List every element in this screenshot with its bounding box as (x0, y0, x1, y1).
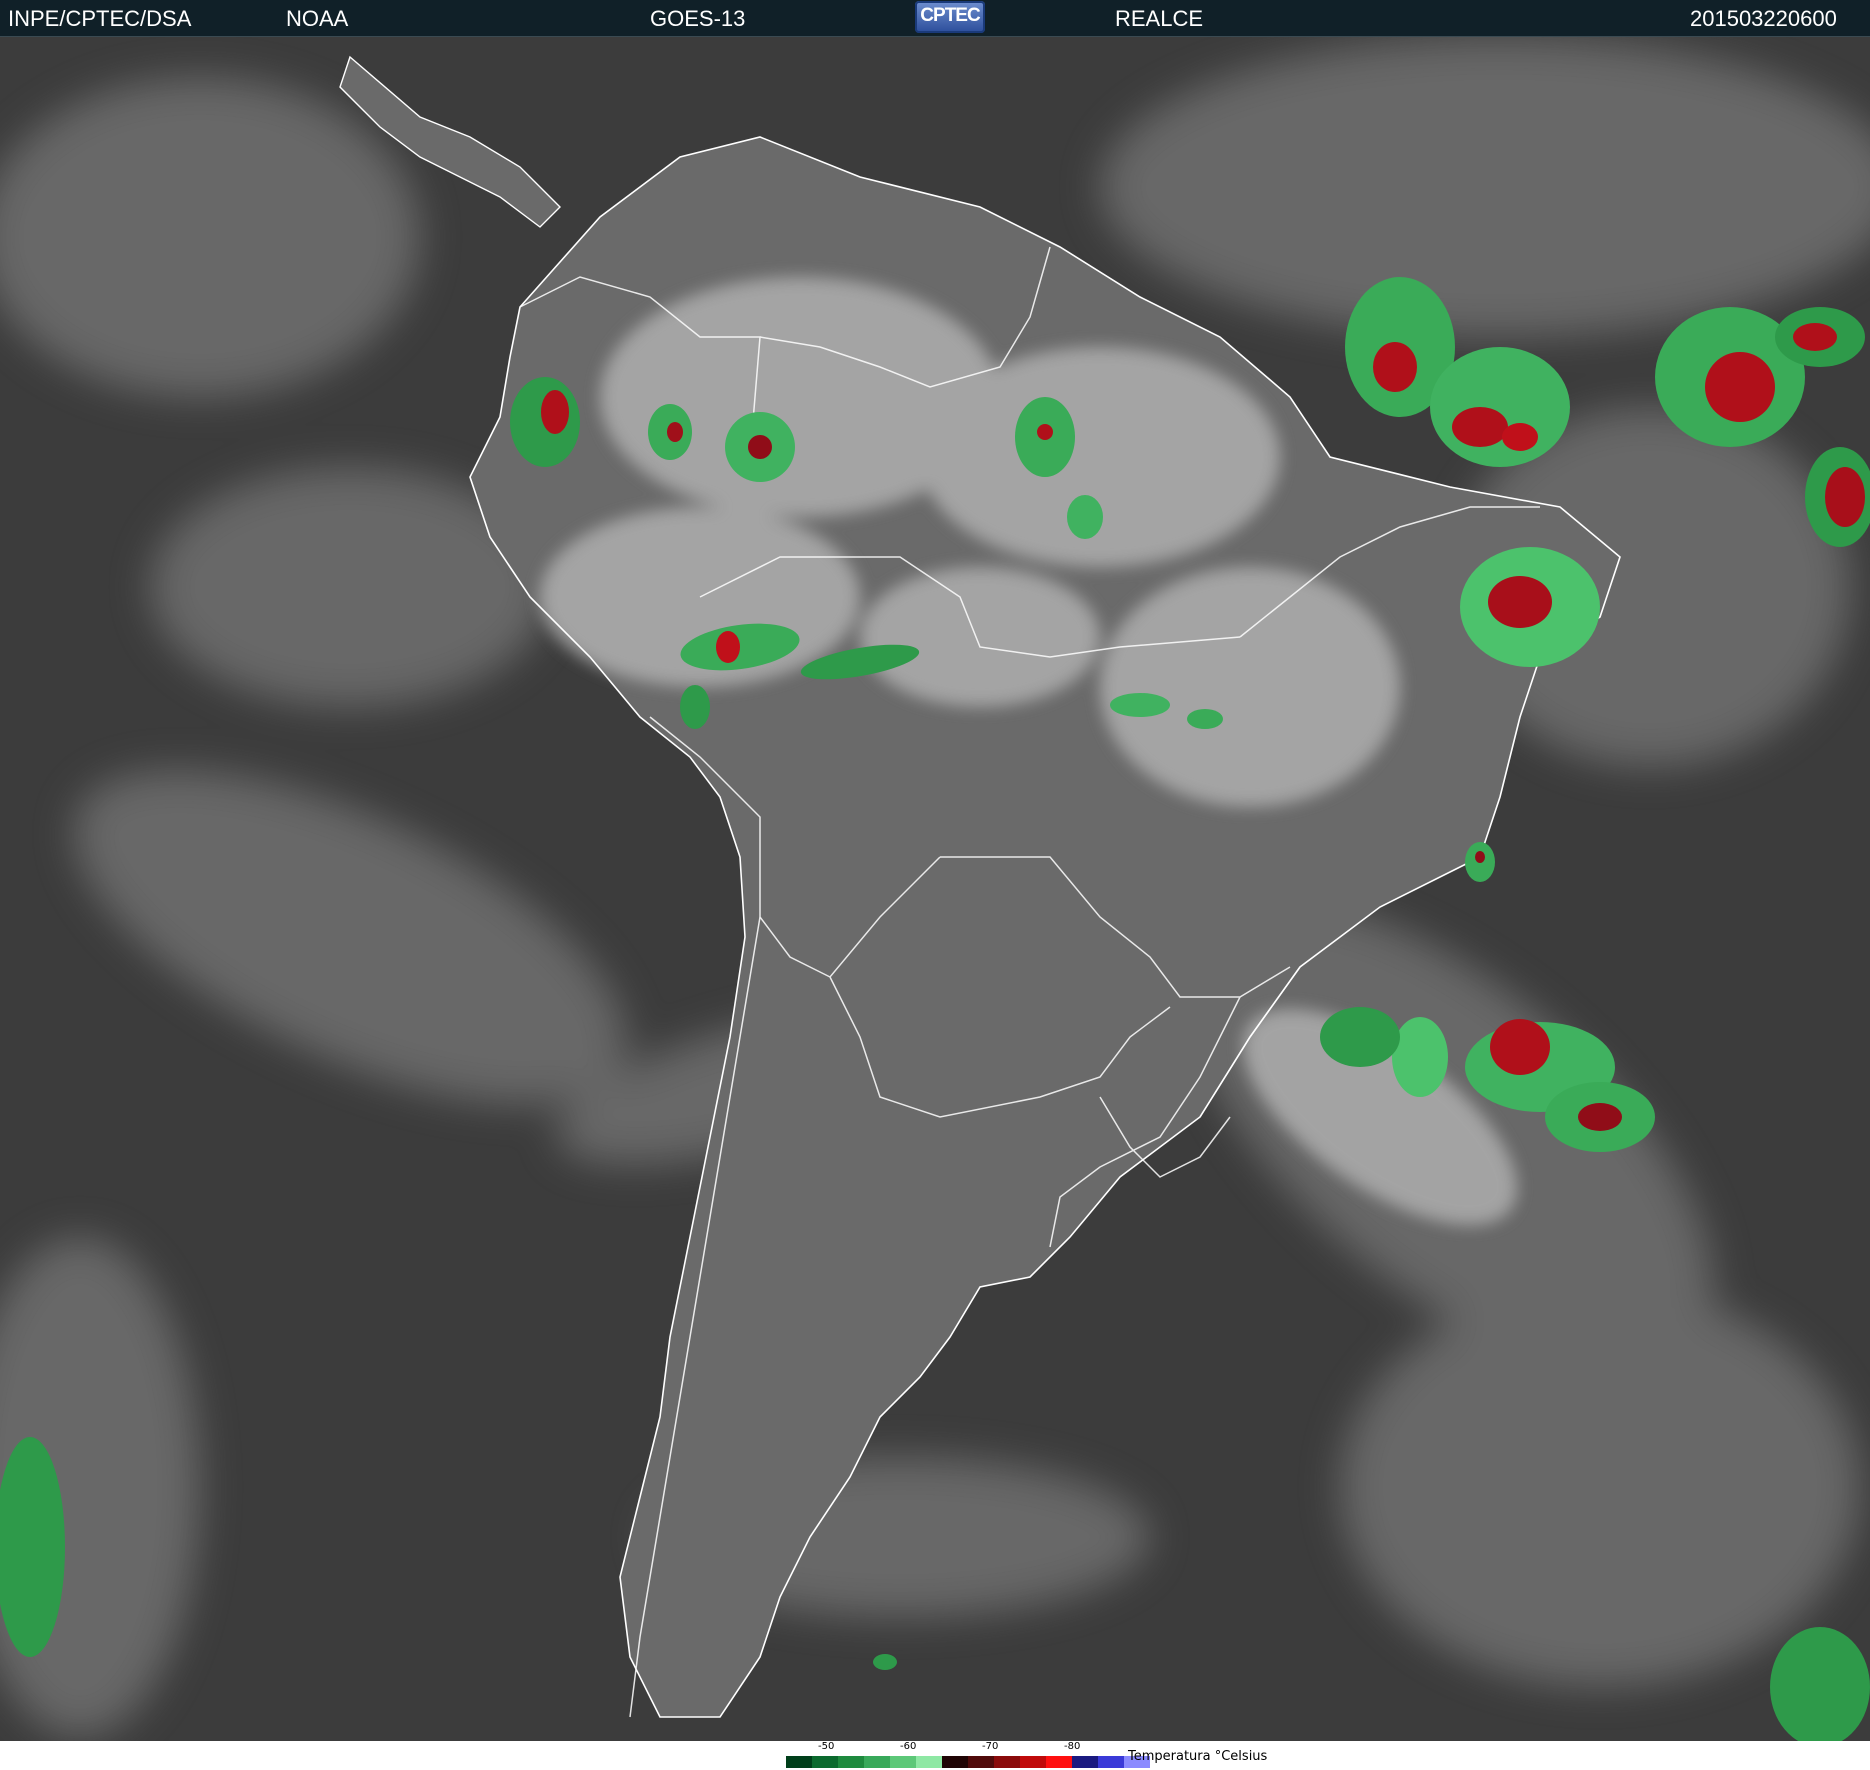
legend-swatch-6 (942, 1756, 968, 1768)
legend-swatch-1 (812, 1756, 838, 1768)
product-label: REALCE (1115, 6, 1204, 31)
legend-tick-50: -50 (818, 1741, 835, 1752)
legend-title: Temperatura °Celsius (1128, 1749, 1268, 1764)
legend-swatch-11 (1072, 1756, 1098, 1768)
legend-swatch-9 (1020, 1756, 1046, 1768)
legend-swatch-5 (916, 1756, 942, 1768)
legend-swatch-10 (1046, 1756, 1072, 1768)
legend-swatch-8 (994, 1756, 1020, 1768)
legend-swatch-0 (786, 1756, 812, 1768)
agency-label: NOAA (286, 6, 349, 31)
cptec-logo: CPTEC (915, 1, 985, 33)
legend-bar: -50 -60 -70 -80 Temperatura °Celsius (0, 1741, 1870, 1770)
temperature-color-scale (786, 1756, 1150, 1768)
legend-swatch-3 (864, 1756, 890, 1768)
legend-swatch-4 (890, 1756, 916, 1768)
legend-tick-60: -60 (900, 1741, 917, 1752)
legend-swatch-12 (1098, 1756, 1124, 1768)
legend-swatch-2 (838, 1756, 864, 1768)
legend-tick-70: -70 (982, 1741, 999, 1752)
legend-tick-80: -80 (1064, 1741, 1081, 1752)
image-header: INPE/CPTEC/DSA NOAA GOES-13 CPTEC REALCE… (0, 0, 1870, 37)
legend-swatch-7 (968, 1756, 994, 1768)
timestamp-label: 201503220600 (1690, 6, 1837, 31)
satellite-map (0, 37, 1870, 1741)
satellite-label: GOES-13 (650, 6, 746, 31)
source-label: INPE/CPTEC/DSA (8, 6, 192, 31)
